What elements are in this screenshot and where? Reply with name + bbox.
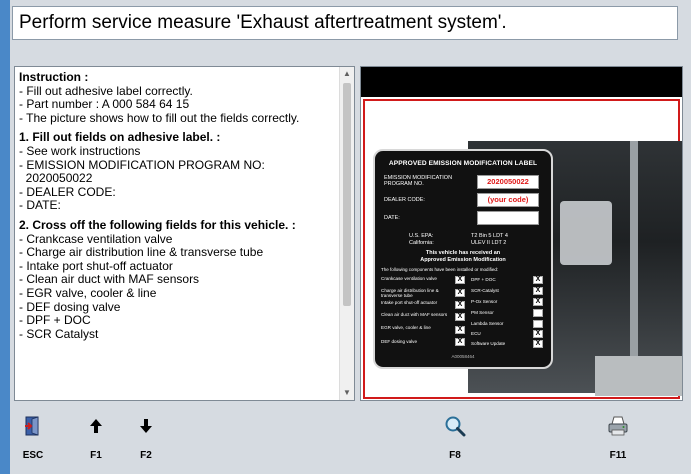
vehicle-photo-bracket <box>560 201 612 265</box>
f1-key-label: F1 <box>90 450 102 461</box>
crossed-box-icon: X <box>455 289 465 297</box>
section-2-line: - Intake port shut-off actuator <box>19 258 173 273</box>
section-1-line: - See work instructions <box>19 143 141 158</box>
image-top-band <box>361 67 682 97</box>
instruction-text: Instruction : - Fill out adhesive label … <box>19 70 341 341</box>
label-footer: A00058464 <box>451 354 475 359</box>
label-component-left: EGR valve, cooler & line <box>381 325 431 330</box>
crossed-box-icon: X <box>533 276 543 284</box>
crossed-box-icon: X <box>533 340 543 348</box>
scroll-thumb[interactable] <box>343 83 351 306</box>
f11-key-label: F11 <box>609 450 627 461</box>
section-1-line: - DEALER CODE: <box>19 184 116 199</box>
label-notice-2: Approved Emission Modification <box>420 257 506 263</box>
title-bar: Perform service measure 'Exhaust aftertr… <box>12 6 678 40</box>
esc-key-label: ESC <box>22 450 44 461</box>
section-2-line: - SCR Catalyst <box>19 326 99 341</box>
empty-box-icon <box>533 320 543 328</box>
label-component-right: ECU <box>471 331 481 336</box>
empty-box-icon <box>533 309 543 317</box>
vehicle-photo-floor <box>595 356 682 396</box>
label-component-right: PM Sensor <box>471 310 494 315</box>
section-2-line: - Charge air distribution line & transve… <box>19 245 264 260</box>
label-title: APPROVED EMISSION MODIFICATION LABEL <box>388 160 538 167</box>
label-component-left: DEF dosing valve <box>381 339 418 344</box>
label-date-value <box>477 211 539 225</box>
esc-button[interactable]: ESC <box>17 409 49 465</box>
label-california-caption: California: <box>409 240 434 246</box>
f1-button[interactable]: F1 <box>80 409 112 465</box>
instruction-line: - The picture shows how to fill out the … <box>19 110 300 125</box>
arrow-down-icon <box>130 413 162 439</box>
vehicle-photo-rail <box>630 141 638 391</box>
label-program-value: 2020050022 <box>477 175 539 189</box>
instruction-panel[interactable]: Instruction : - Fill out adhesive label … <box>14 66 355 401</box>
label-california-value: ULEV II LDT 2 <box>471 240 507 246</box>
label-dealer-caption: DEALER CODE: <box>384 197 425 203</box>
crossed-box-icon: X <box>533 298 543 306</box>
label-component-left: Intake port shut-off actuator <box>381 300 438 305</box>
label-dealer-value: (your code) <box>477 193 539 207</box>
label-component-left: Crankcase ventilation valve <box>381 276 437 281</box>
exit-door-icon <box>17 413 49 439</box>
f2-button[interactable]: F2 <box>130 409 162 465</box>
image-panel: APPROVED EMISSION MODIFICATION LABEL EMI… <box>360 66 683 401</box>
crossed-box-icon: X <box>455 326 465 334</box>
section-2-line: - DPF + DOC <box>19 313 91 328</box>
section-1-line: - DATE: <box>19 198 61 213</box>
label-program-caption: EMISSION MODIFICATION PROGRAM NO. <box>384 175 453 188</box>
crossed-box-icon: X <box>455 276 465 284</box>
label-component-right: SCR-Catalyst <box>471 288 499 293</box>
label-epa-value: T2 Bin 5 LDT 4 <box>471 233 508 239</box>
f8-button[interactable]: F8 <box>439 409 471 465</box>
scroll-up-arrow-icon[interactable]: ▲ <box>340 67 354 81</box>
label-notice-1: This vehicle has received an <box>425 250 501 256</box>
label-component-right: Software Update <box>471 341 506 346</box>
label-date-caption: DATE: <box>384 215 400 221</box>
label-epa-caption: U.S. EPA: <box>409 233 434 239</box>
instruction-line: - Part number : A 000 584 64 15 <box>19 97 190 112</box>
instruction-heading: Instruction : <box>19 70 89 84</box>
arrow-up-icon <box>80 413 112 439</box>
printer-icon <box>602 413 634 439</box>
label-component-left: Clean air duct with MAF sensors <box>381 312 448 317</box>
crossed-box-icon: X <box>455 338 465 346</box>
section-2-heading: 2. Cross off the following fields for th… <box>19 217 296 232</box>
section-2-line: - EGR valve, cooler & line <box>19 285 157 300</box>
crossed-box-icon: X <box>455 301 465 309</box>
label-component-right: P-Ox Sensor <box>471 299 498 304</box>
section-1-line: - EMISSION MODIFICATION PROGRAM NO: <box>19 157 265 172</box>
label-component-right: Lambda Sensor <box>471 321 504 326</box>
emission-label-image: APPROVED EMISSION MODIFICATION LABEL EMI… <box>373 149 553 369</box>
label-component-right: DPF + DOC <box>471 277 496 282</box>
instruction-scrollbar[interactable]: ▲ ▼ <box>339 67 354 400</box>
section-2-line: - Clean air duct with MAF sensors <box>19 272 200 287</box>
label-component-left: Charge air distribution line & transvers… <box>381 288 439 298</box>
f8-key-label: F8 <box>449 450 461 461</box>
section-1-heading: 1. Fill out fields on adhesive label. : <box>19 130 221 145</box>
crossed-box-icon: X <box>533 330 543 338</box>
scroll-down-arrow-icon[interactable]: ▼ <box>340 386 354 400</box>
magnifier-icon <box>439 413 471 439</box>
page-title: Perform service measure 'Exhaust aftertr… <box>19 12 507 33</box>
section-1-line: 2020050022 <box>19 171 93 186</box>
instruction-line: - Fill out adhesive label correctly. <box>19 83 193 98</box>
image-frame: APPROVED EMISSION MODIFICATION LABEL EMI… <box>363 99 682 399</box>
f2-key-label: F2 <box>140 450 152 461</box>
crossed-box-icon: X <box>533 287 543 295</box>
crossed-box-icon: X <box>455 313 465 321</box>
label-components-intro: The following components have been insta… <box>381 267 499 272</box>
f11-button[interactable]: F11 <box>602 409 634 465</box>
section-2-line: - DEF dosing valve <box>19 299 121 314</box>
window-left-edge <box>0 0 10 474</box>
section-2-line: - Crankcase ventilation valve <box>19 231 173 246</box>
